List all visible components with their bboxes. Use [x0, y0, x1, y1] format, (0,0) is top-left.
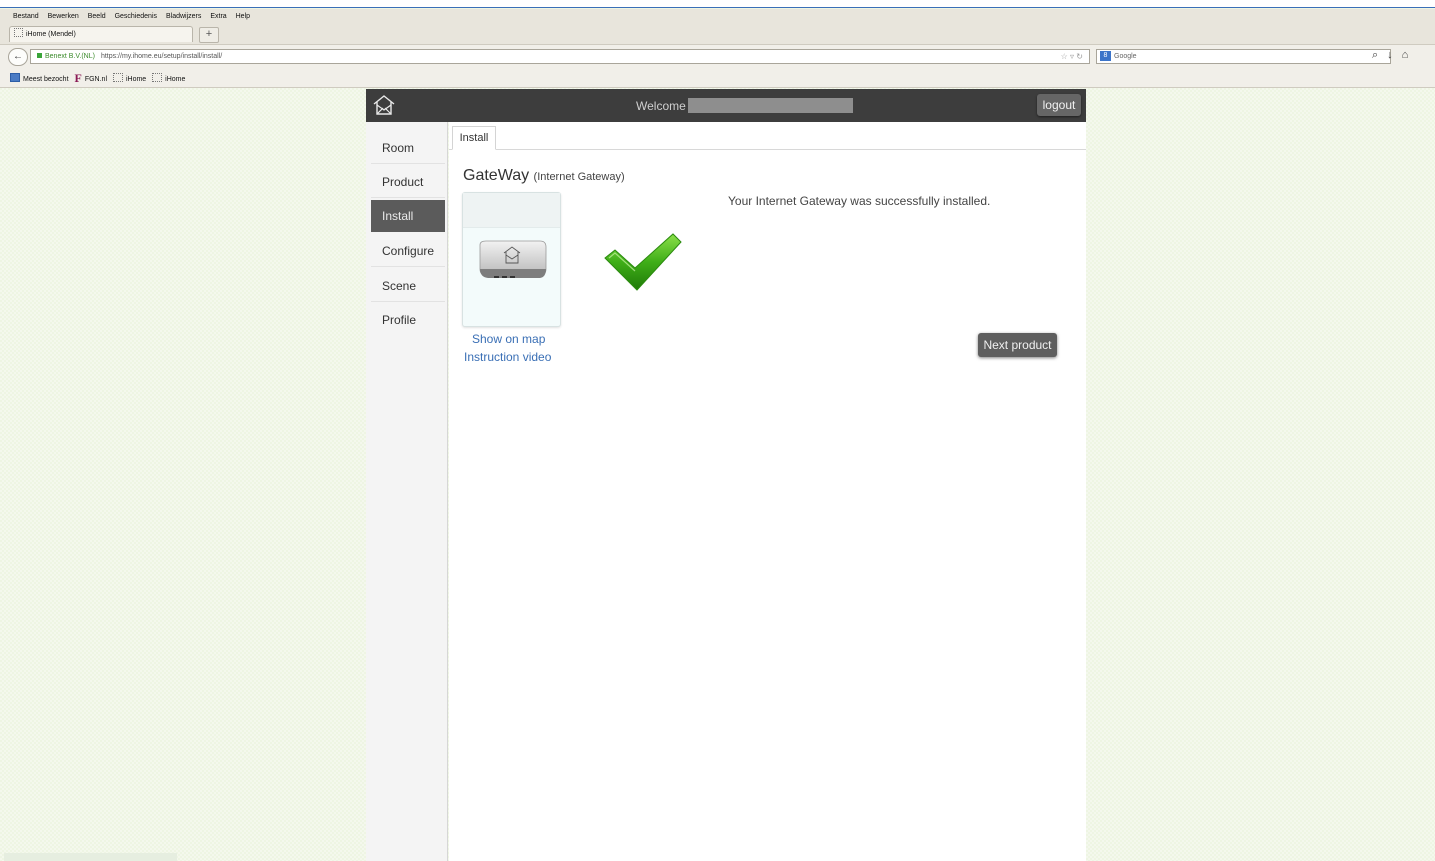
tab-install[interactable]: Install: [452, 126, 496, 150]
sidebar-item-profile[interactable]: Profile: [371, 304, 445, 336]
window-top-line: [0, 0, 1435, 8]
welcome-text: Welcome: [636, 99, 686, 113]
search-bar[interactable]: 8 Google: [1096, 49, 1391, 64]
search-placeholder: Google: [1114, 53, 1137, 60]
home-icon[interactable]: ⌂: [1402, 49, 1418, 61]
bookmark-ihome-2[interactable]: iHome: [152, 70, 185, 90]
site-identity[interactable]: Benext B.V.(NL): [45, 53, 95, 60]
new-tab-button[interactable]: +: [199, 27, 219, 43]
search-icon[interactable]: ⌕: [1372, 49, 1387, 61]
search-engine-icon[interactable]: 8: [1100, 51, 1111, 61]
address-bar[interactable]: Benext B.V.(NL) https://my.ihome.eu/setup…: [30, 49, 1090, 64]
device-card: [462, 192, 561, 327]
url-text: https://my.ihome.eu/setup/install/instal…: [100, 53, 223, 60]
menu-beeld[interactable]: Beeld: [88, 9, 106, 24]
bookmark-meest-bezocht[interactable]: Meest bezocht: [10, 70, 69, 90]
menu-bewerken[interactable]: Bewerken: [48, 9, 79, 24]
menu-bar: Bestand Bewerken Beeld Geschiedenis Blad…: [0, 9, 1435, 24]
bookmark-label: FGN.nl: [84, 76, 107, 83]
bookmark-ihome-1[interactable]: iHome: [112, 70, 147, 90]
menu-help[interactable]: Help: [236, 9, 250, 24]
device-title: GateWay (Internet Gateway): [463, 167, 625, 185]
status-bar: [4, 853, 177, 861]
browser-tab[interactable]: iHome (Mendel): [9, 26, 193, 42]
bookmark-star-icon[interactable]: ☆ ▿ ↻: [1061, 50, 1083, 63]
page-favicon-icon: [112, 73, 123, 82]
download-icon[interactable]: ↓: [1387, 49, 1402, 61]
bookmarks-folder-icon: [10, 73, 20, 82]
main-panel: Install GateWay (Internet Gateway) Show …: [449, 122, 1086, 861]
bookmark-label: iHome: [165, 76, 186, 83]
lock-icon: [37, 53, 42, 58]
device-type: (Internet Gateway): [533, 171, 625, 183]
sidebar-item-scene[interactable]: Scene: [371, 270, 445, 302]
ihome-logo-icon[interactable]: [372, 93, 396, 117]
sidebar-item-product[interactable]: Product: [371, 166, 445, 198]
gateway-device-icon: [479, 240, 547, 278]
navigation-toolbar: ← Benext B.V.(NL) https://my.ihome.eu/set…: [0, 44, 1435, 68]
redacted-username: [688, 98, 853, 113]
bookmark-label: iHome: [125, 76, 147, 83]
logout-button[interactable]: logout: [1037, 94, 1081, 116]
sidebar-item-room[interactable]: Room: [371, 132, 445, 164]
toolbar-icons: ⌕↓⌂: [1372, 49, 1417, 62]
success-check-icon: [604, 233, 682, 291]
sidebar-item-configure[interactable]: Configure: [371, 235, 445, 267]
app-header: Welcome logout: [366, 89, 1086, 122]
back-button[interactable]: ←: [8, 48, 28, 66]
next-product-button[interactable]: Next product: [978, 333, 1057, 357]
menu-bladwijzers[interactable]: Bladwijzers: [166, 9, 201, 24]
menu-bestand[interactable]: Bestand: [13, 9, 39, 24]
card-header: [463, 193, 560, 228]
menu-extra[interactable]: Extra: [210, 9, 226, 24]
instruction-video-link[interactable]: Instruction video: [464, 350, 551, 364]
page-favicon-icon: [152, 73, 163, 82]
sidebar-item-install[interactable]: Install: [371, 200, 445, 232]
menu-geschiedenis[interactable]: Geschiedenis: [115, 9, 157, 24]
page-favicon-icon: [14, 28, 23, 37]
tab-bar: [449, 149, 1086, 150]
device-name: GateWay: [463, 167, 530, 184]
install-success-message: Your Internet Gateway was successfully i…: [728, 194, 991, 208]
bookmark-label: Meest bezocht: [23, 76, 69, 83]
bookmark-fgn[interactable]: F FGN.nl: [74, 68, 107, 90]
fgn-logo-icon: F: [74, 71, 82, 85]
tab-strip: iHome (Mendel) +: [0, 24, 1435, 44]
tab-title: iHome (Mendel): [26, 31, 76, 38]
sidebar: Room Product Install Configure Scene Pro…: [366, 122, 448, 861]
show-on-map-link[interactable]: Show on map: [472, 332, 545, 346]
bookmarks-bar: Meest bezocht F FGN.nl iHome iHome: [0, 68, 1435, 88]
